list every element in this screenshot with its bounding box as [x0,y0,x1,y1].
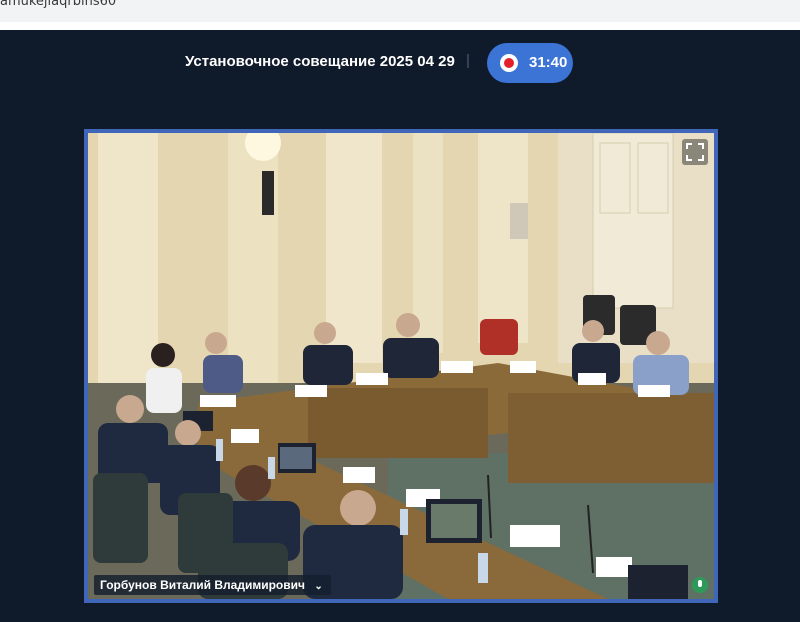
name-plate [231,429,259,443]
column [98,133,158,393]
chevron-down-icon: ⌄ [314,581,323,592]
table-front-right [508,393,714,483]
water-bottle [400,509,408,535]
wall-box [510,203,528,239]
recording-time: 31:40 [529,54,568,71]
speaker-name-tag[interactable]: Горбунов Виталий Владимирович ⌄ [94,575,331,595]
name-plate [441,361,473,373]
speaker-name: Горбунов Виталий Владимирович [100,578,305,592]
browser-url-bar[interactable]: amukejlaqrbins60 [0,0,800,22]
name-plate [343,467,375,483]
video-feed[interactable]: Горбунов Виталий Владимирович ⌄ [88,133,714,599]
chair [93,473,148,563]
water-bottle [478,553,488,583]
name-plate [200,395,236,407]
toolbar-gap [0,22,800,30]
conference-room-scene [88,133,714,599]
name-plate [510,525,560,547]
wall-speaker [262,171,274,215]
name-plate [638,385,670,397]
name-plate [295,385,327,397]
url-text: amukejlaqrbins60 [0,0,117,9]
monitor [431,504,477,538]
monitor [280,447,312,469]
name-plate [578,373,606,385]
water-bottle [268,457,275,479]
door [592,133,674,309]
red-heater [480,319,518,355]
column [228,133,278,383]
meeting-header [0,30,800,122]
bottom-bar [0,603,800,622]
water-bottle [216,439,223,461]
recording-timer-button[interactable]: 31:40 [487,43,573,83]
table-front [308,388,488,458]
name-plate [510,361,536,373]
monitor [628,565,688,599]
mic-icon[interactable] [692,577,708,593]
fullscreen-icon[interactable] [682,139,708,165]
meeting-title: Установочное совещание 2025 04 29 [185,53,455,70]
name-plate [596,557,632,577]
record-icon [500,54,518,72]
header-separator: | [466,52,470,69]
name-plate [356,373,388,385]
video-frame: Горбунов Виталий Владимирович ⌄ [84,129,718,603]
